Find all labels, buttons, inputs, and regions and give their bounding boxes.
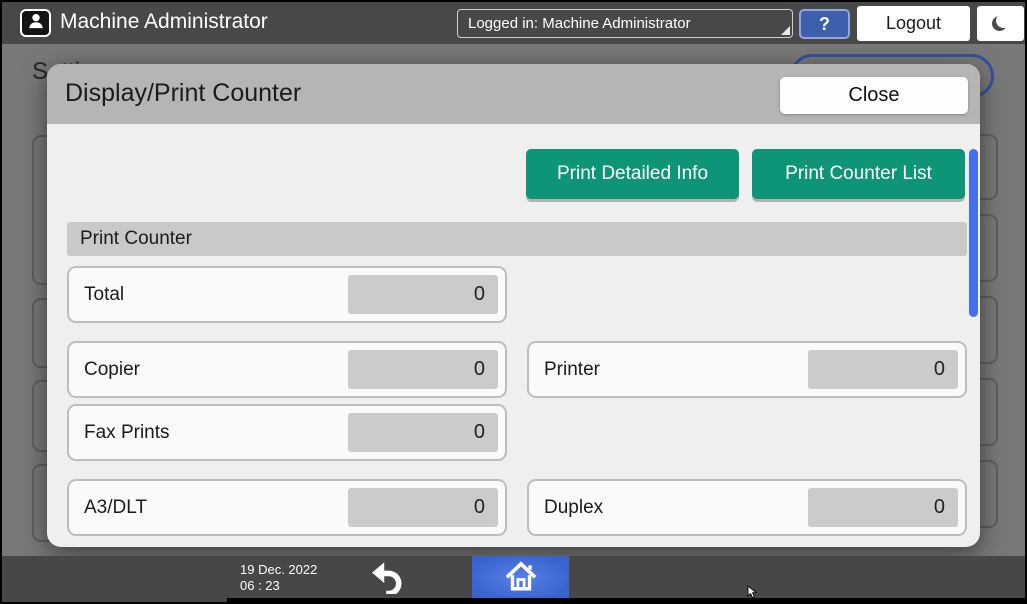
logged-in-label: Logged in: Machine Administrator	[468, 15, 691, 32]
counter-label: A3/DLT	[84, 481, 147, 534]
counter-label: Duplex	[544, 481, 603, 534]
home-icon	[504, 560, 538, 597]
counter-value: 0	[348, 350, 498, 389]
user-icon	[26, 11, 46, 36]
counter-label: Copier	[84, 343, 140, 396]
counter-row-a3-dlt: A3/DLT 0	[67, 479, 507, 536]
close-button[interactable]: Close	[780, 77, 968, 114]
counter-label: Fax Prints	[84, 406, 170, 459]
bottom-bar: 19 Dec. 2022 06 : 23	[2, 556, 1025, 602]
moon-icon	[996, 13, 1011, 28]
user-button[interactable]	[20, 9, 51, 37]
counter-value: 0	[808, 488, 958, 527]
back-arrow-icon	[368, 560, 406, 599]
print-counter-section-header: Print Counter	[67, 222, 967, 256]
counter-row-duplex: Duplex 0	[527, 479, 967, 536]
top-bar: Machine Administrator Logged in: Machine…	[2, 2, 1025, 44]
logout-button[interactable]: Logout	[857, 6, 970, 41]
machine-touchscreen: Settings Machine Administrator Logged in…	[0, 0, 1027, 604]
datetime-display: 19 Dec. 2022 06 : 23	[240, 562, 317, 594]
counter-row-printer: Printer 0	[527, 341, 967, 398]
counter-row-total: Total 0	[67, 266, 507, 323]
dialog-title: Display/Print Counter	[65, 64, 301, 124]
print-counter-list-button[interactable]: Print Counter List	[752, 149, 965, 199]
page-title: Machine Administrator	[60, 2, 268, 44]
logged-in-dropdown[interactable]: Logged in: Machine Administrator	[457, 9, 793, 38]
dropdown-corner-icon	[781, 26, 790, 35]
mouse-cursor	[747, 585, 759, 604]
counter-value: 0	[348, 275, 498, 314]
counter-value: 0	[348, 488, 498, 527]
counter-label: Total	[84, 268, 124, 321]
home-button[interactable]	[472, 556, 569, 600]
dialog-header: Display/Print Counter Close	[47, 64, 980, 124]
counter-row-copier: Copier 0	[67, 341, 507, 398]
counter-row-fax-prints: Fax Prints 0	[67, 404, 507, 461]
time-label: 06 : 23	[240, 578, 317, 594]
counter-value: 0	[348, 413, 498, 452]
bottom-bezel	[227, 598, 1027, 602]
date-label: 19 Dec. 2022	[240, 562, 317, 578]
help-button[interactable]: ?	[799, 9, 850, 39]
display-print-counter-dialog: Display/Print Counter Close Print Detail…	[47, 64, 980, 547]
scrollbar[interactable]	[969, 149, 978, 317]
counter-label: Printer	[544, 343, 600, 396]
back-button[interactable]	[357, 559, 417, 599]
help-label: ?	[819, 14, 830, 34]
counter-value: 0	[808, 350, 958, 389]
print-detailed-info-button[interactable]: Print Detailed Info	[526, 149, 739, 199]
energy-saver-button[interactable]	[977, 6, 1024, 41]
